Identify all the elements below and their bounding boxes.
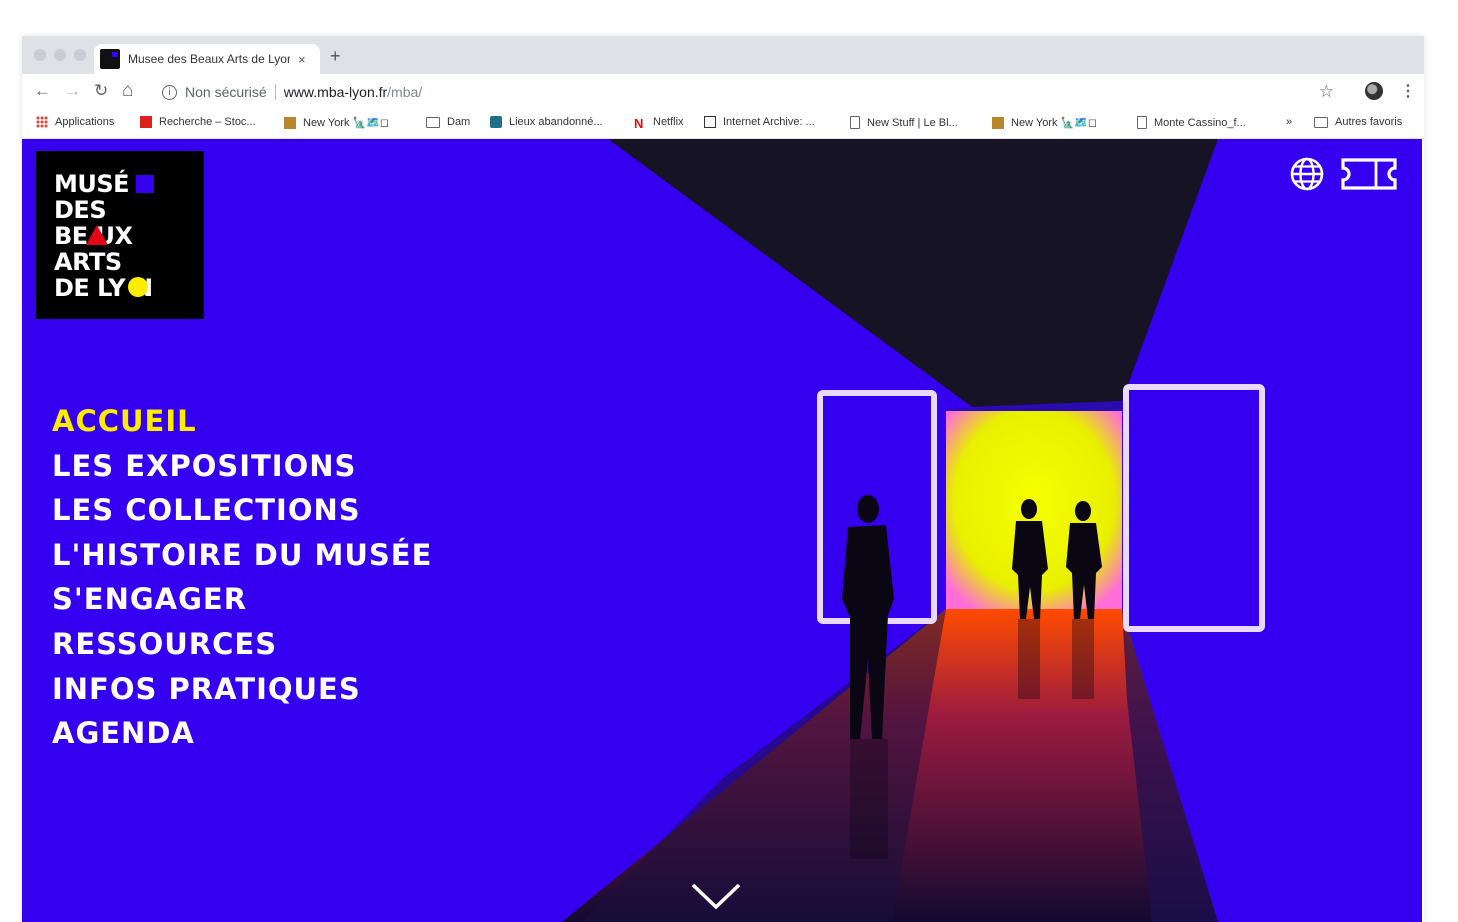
url-host: www.mba-lyon.fr: [283, 84, 388, 100]
header-icons: [1290, 157, 1398, 191]
profile-avatar[interactable]: [1365, 82, 1383, 100]
bookmark-internet-archive[interactable]: Internet Archive: ...: [704, 116, 815, 128]
window-close-control[interactable]: [34, 49, 46, 61]
nav-item-expositions[interactable]: LES EXPOSITIONS: [52, 444, 432, 489]
window-minimize-control[interactable]: [54, 49, 66, 61]
bookmark-netflix[interactable]: N Netflix: [634, 116, 684, 131]
logo-line-1: MUSÉ: [54, 170, 130, 198]
gold-favicon-icon: [284, 116, 296, 129]
window-zoom-control[interactable]: [74, 49, 86, 61]
globe-icon[interactable]: [1290, 157, 1324, 191]
bookmark-star-icon[interactable]: ☆: [1319, 82, 1334, 102]
back-button[interactable]: ←: [34, 82, 51, 100]
bookmark-label: Monte Cassino_f...: [1154, 116, 1246, 129]
gold-favicon-icon: [992, 116, 1004, 129]
browser-window: Musee des Beaux Arts de Lyon × + ← → ↻ ⌂…: [22, 36, 1424, 922]
bookmark-applications[interactable]: Applications: [36, 116, 114, 128]
home-button[interactable]: ⌂: [122, 81, 133, 100]
bookmarks-overflow-button[interactable]: »: [1286, 116, 1292, 128]
logo-triangle-icon: [86, 225, 108, 245]
bookmark-label: Applications: [55, 116, 115, 128]
nav-item-ressources[interactable]: RESSOURCES: [52, 622, 432, 667]
logo-square-icon: [136, 175, 154, 193]
museum-homepage: MUSÉ DES BE UX ARTS DE LY N ACCUEIL LES …: [22, 139, 1422, 922]
forward-button[interactable]: →: [64, 82, 81, 100]
bookmark-label: Recherche – Stoc...: [159, 116, 256, 128]
browser-toolbar: ← → ↻ ⌂ i Non sécurisé www.mba-lyon.fr/m…: [22, 74, 1424, 110]
url-path: /mba/: [387, 84, 423, 100]
bookmark-label: Lieux abandonné...: [509, 116, 603, 128]
nav-item-infos-pratiques[interactable]: INFOS PRATIQUES: [52, 667, 432, 712]
overflow-chevron-icon: »: [1286, 116, 1293, 128]
tab-strip: Musee des Beaux Arts de Lyon × +: [22, 36, 1424, 74]
museum-favicon-icon: [100, 49, 120, 69]
bookmark-label: New York 🗽🗺️◻: [1011, 117, 1098, 129]
bookmark-label: Autres favoris: [1335, 116, 1403, 128]
main-navigation: ACCUEIL LES EXPOSITIONS LES COLLECTIONS …: [52, 399, 432, 756]
teal-favicon-icon: [490, 116, 502, 128]
bookmark-label: Internet Archive: ...: [723, 116, 815, 128]
chevron-down-icon[interactable]: [690, 881, 742, 911]
bookmark-recherche[interactable]: Recherche – Stoc...: [140, 116, 256, 128]
ticket-icon[interactable]: [1340, 157, 1398, 191]
address-bar[interactable]: i Non sécurisé www.mba-lyon.fr/mba/ ☆: [152, 78, 1342, 106]
page-icon: [1137, 116, 1147, 129]
browser-tab[interactable]: Musee des Beaux Arts de Lyon ×: [94, 44, 320, 74]
bookmark-dam[interactable]: Dam: [426, 116, 470, 128]
bookmark-lieux[interactable]: Lieux abandonné...: [490, 116, 603, 128]
browser-menu-icon[interactable]: ⋮: [1400, 81, 1416, 101]
nav-item-engager[interactable]: S'ENGAGER: [52, 577, 432, 622]
logo-line-2: DES: [54, 196, 107, 224]
bookmark-label: New Stuff | Le Bl...: [867, 116, 958, 129]
reload-button[interactable]: ↻: [94, 82, 108, 100]
security-label: Non sécurisé: [185, 84, 267, 100]
info-icon[interactable]: i: [162, 84, 177, 100]
bookmark-new-york[interactable]: New York 🗽🗺️◻: [284, 116, 389, 129]
page-icon: [850, 116, 860, 129]
bookmark-new-york-2[interactable]: New York 🗽🗺️◻: [992, 116, 1097, 129]
nav-item-accueil[interactable]: ACCUEIL: [52, 399, 432, 444]
bookmark-label: Dam: [447, 116, 471, 128]
nav-item-collections[interactable]: LES COLLECTIONS: [52, 488, 432, 533]
folder-icon: [426, 116, 440, 128]
bookmark-new-stuff[interactable]: New Stuff | Le Bl...: [850, 116, 958, 129]
bookmark-monte-cassino[interactable]: Monte Cassino_f...: [1137, 116, 1246, 129]
red-favicon-icon: [140, 116, 152, 128]
logo-circle-icon: [128, 277, 148, 297]
nav-item-histoire[interactable]: L'HISTOIRE DU MUSÉE: [52, 533, 432, 578]
close-tab-icon[interactable]: ×: [298, 52, 306, 67]
bookmarks-bar: Applications Recherche – Stoc... New Yor…: [22, 110, 1424, 139]
museum-logo[interactable]: MUSÉ DES BE UX ARTS DE LY N: [36, 151, 204, 319]
archive-icon: [704, 116, 716, 128]
bookmark-autres-favoris[interactable]: Autres favoris: [1314, 116, 1402, 128]
new-tab-button[interactable]: +: [330, 46, 341, 67]
bookmark-label: Netflix: [653, 116, 684, 128]
apps-icon: [36, 116, 48, 128]
nav-item-agenda[interactable]: AGENDA: [52, 711, 432, 756]
folder-icon: [1314, 116, 1328, 128]
netflix-icon: N: [634, 116, 644, 131]
omnibox-divider: [274, 84, 276, 100]
logo-line-4: ARTS: [54, 248, 122, 276]
bookmark-label: New York 🗽🗺️◻: [303, 117, 390, 129]
tab-title: Musee des Beaux Arts de Lyon: [128, 52, 290, 66]
